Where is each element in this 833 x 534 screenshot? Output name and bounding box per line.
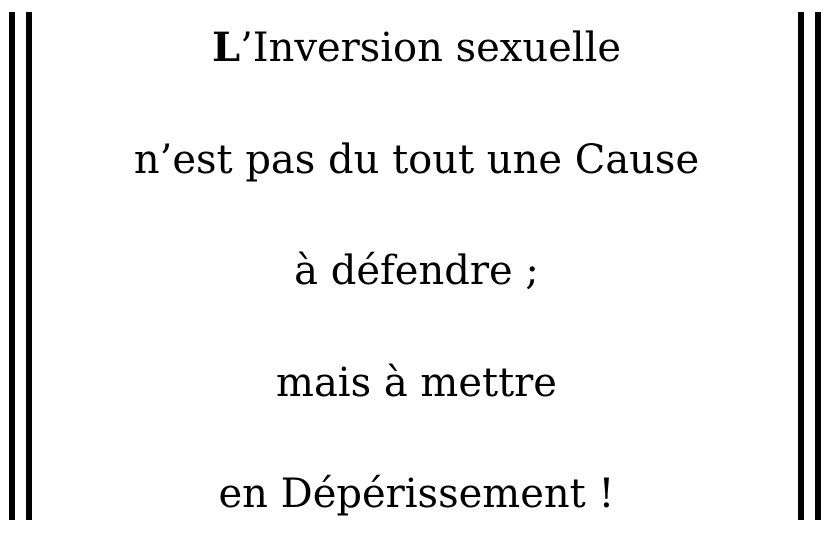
right-double-rule-inner	[798, 12, 804, 520]
right-double-rule-outer	[815, 12, 821, 520]
poem-line-1-rest: ’Inversion sexuelle	[240, 25, 622, 71]
bold-initial: L	[211, 24, 241, 71]
left-double-rule-inner	[26, 12, 32, 520]
poem-line-2: n’est pas du tout une Cause	[133, 137, 700, 183]
poem-line-1: L’Inversion sexuelle	[60, 23, 773, 73]
poem-text-block: L’Inversion sexuelle n’est pas du tout u…	[60, 0, 773, 534]
left-double-rule-outer	[9, 12, 15, 520]
poem-line-3: à défendre ;	[294, 248, 539, 294]
poem-line-4: mais à mettre	[276, 360, 557, 406]
poem-line-5: en Dépérissement !	[218, 471, 615, 517]
